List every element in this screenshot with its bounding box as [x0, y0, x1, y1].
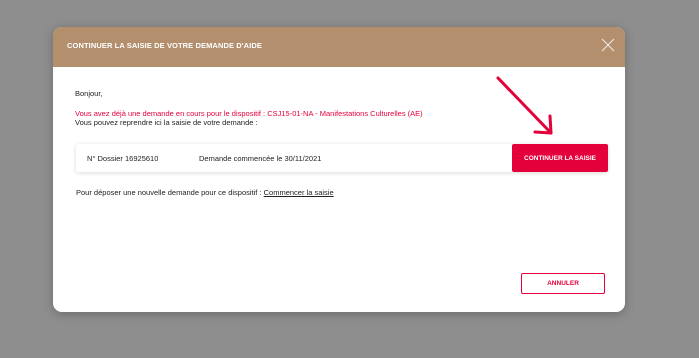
- new-request-text: Pour déposer une nouvelle demande pour c…: [76, 188, 264, 197]
- resume-instruction: Vous pouvez reprendre ici la saisie de v…: [75, 118, 258, 127]
- modal-title: CONTINUER LA SAISIE DE VOTRE DEMANDE D'A…: [67, 41, 262, 50]
- continue-entry-button[interactable]: CONTINUER LA SAISIE: [512, 144, 608, 172]
- start-entry-link[interactable]: Commencer la saisie: [264, 188, 334, 197]
- dossier-card: N° Dossier 16925610 Demande commencée le…: [76, 144, 608, 172]
- close-icon[interactable]: [601, 38, 615, 52]
- dossier-number: N° Dossier 16925610: [87, 154, 159, 163]
- modal-header: CONTINUER LA SAISIE DE VOTRE DEMANDE D'A…: [53, 27, 625, 67]
- greeting-text: Bonjour,: [75, 89, 103, 98]
- existing-request-alert: Vous avez déjà une demande en cours pour…: [75, 109, 423, 118]
- continue-application-modal: CONTINUER LA SAISIE DE VOTRE DEMANDE D'A…: [53, 27, 625, 312]
- cancel-button[interactable]: ANNULER: [521, 273, 605, 294]
- dossier-start-date: Demande commencée le 30/11/2021: [199, 154, 322, 163]
- new-request-line: Pour déposer une nouvelle demande pour c…: [76, 188, 334, 197]
